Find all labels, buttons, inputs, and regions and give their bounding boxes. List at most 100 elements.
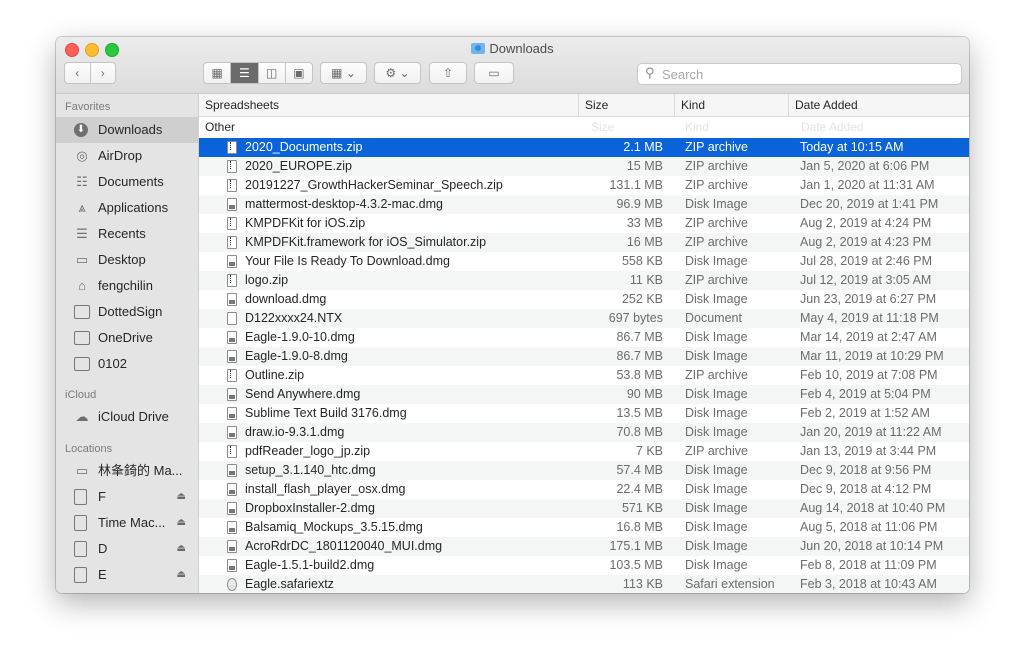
back-icon[interactable]: ‹ <box>65 63 91 83</box>
sidebar-item-applications[interactable]: ⩓ Applications <box>56 195 198 221</box>
table-row[interactable]: download.dmg 252 KB Disk Image Jun 23, 2019… <box>199 290 969 309</box>
file-name: logo.zip <box>245 273 289 287</box>
table-row[interactable]: Sublime Text Build 3176.dmg 13.5 MB Disk I… <box>199 404 969 423</box>
sidebar-item-0102[interactable]: 0102 <box>56 351 198 377</box>
file-name: Send Anywhere.dmg <box>245 387 361 401</box>
table-row[interactable]: Eagle.safariextz 113 KB Safari extension Fe… <box>199 575 969 593</box>
column-size-header[interactable]: Size <box>579 94 675 116</box>
table-row[interactable]: logo.zip 11 KB ZIP archive Jul 12, 2019 at … <box>199 271 969 290</box>
search-field[interactable]: ⚲ Search <box>637 63 962 85</box>
disk-image-icon <box>227 464 237 477</box>
column-date-header[interactable]: Date Added <box>789 94 969 116</box>
share-button[interactable]: ⇧ <box>429 62 467 84</box>
sidebar-item-ma[interactable]: ▭ 林夆錡的 Ma... <box>56 458 198 484</box>
file-kind: Disk Image <box>685 463 748 477</box>
disk-icon <box>74 541 87 557</box>
eject-icon[interactable]: ⏏ <box>177 536 186 562</box>
table-row[interactable]: 2020_Documents.zip 2.1 MB ZIP archive Today… <box>199 138 969 157</box>
column-kind-header[interactable]: Kind <box>675 94 789 116</box>
list-view-icon[interactable]: ☰ <box>231 63 259 83</box>
file-size: 252 KB <box>621 292 663 306</box>
table-row[interactable]: 20191227_GrowthHackerSeminar_Speech.zip 1… <box>199 176 969 195</box>
table-row[interactable]: Send Anywhere.dmg 90 MB Disk Image Feb 4, 2… <box>199 385 969 404</box>
gallery-view-icon[interactable]: ▣ <box>286 63 312 83</box>
eject-icon[interactable]: ⏏ <box>177 510 186 536</box>
file-size: 7 KB <box>635 444 663 458</box>
table-row[interactable]: Your File Is Ready To Download.dmg 558 KB… <box>199 252 969 271</box>
table-row[interactable]: KMPDFKit for iOS.zip 33 MB ZIP archive Aug … <box>199 214 969 233</box>
sidebar-item-airdrop[interactable]: ◎ AirDrop <box>56 143 198 169</box>
eject-icon[interactable]: ⏏ <box>177 484 186 510</box>
table-row[interactable]: setup_3.1.140_htc.dmg 57.4 MB Disk Image De… <box>199 461 969 480</box>
sidebar-item-e[interactable]: E ⏏ <box>56 562 198 588</box>
file-date-added: Dec 9, 2018 at 4:12 PM <box>800 482 932 496</box>
file-date-added: Jun 23, 2019 at 6:27 PM <box>800 292 937 306</box>
group-button[interactable]: ▦ ⌄ <box>320 62 367 84</box>
disk-image-icon <box>227 426 237 439</box>
sidebar-item-downloads[interactable]: ⬇ Downloads <box>56 117 198 143</box>
icon-view-icon[interactable]: ▦ <box>204 63 232 83</box>
table-row[interactable]: KMPDFKit.framework for iOS_Simulator.zip… <box>199 233 969 252</box>
table-row[interactable]: Eagle-1.9.0-10.dmg 86.7 MB Disk Image Mar 1… <box>199 328 969 347</box>
disk-icon <box>74 567 87 583</box>
file-size: 53.8 MB <box>616 368 663 382</box>
sidebar-item-dottedsign[interactable]: DottedSign <box>56 299 198 325</box>
zip-file-icon <box>227 179 237 192</box>
table-row[interactable]: DropboxInstaller-2.dmg 571 KB Disk Image Au… <box>199 499 969 518</box>
table-row[interactable]: AcroRdrDC_1801120040_MUI.dmg 175.1 MB Disk… <box>199 537 969 556</box>
search-placeholder: Search <box>662 67 704 82</box>
table-row[interactable]: Balsamiq_Mockups_3.5.15.dmg 16.8 MB Disk I… <box>199 518 969 537</box>
sidebar-item-desktop[interactable]: ▭ Desktop <box>56 247 198 273</box>
file-name: DropboxInstaller-2.dmg <box>245 501 375 515</box>
file-date-added: Dec 9, 2018 at 9:56 PM <box>800 463 932 477</box>
sidebar-item-label: 林夆錡的 Ma... <box>98 463 183 478</box>
file-date-added: Aug 2, 2019 at 4:23 PM <box>800 235 932 249</box>
sidebar-item-fengchilin[interactable]: ⌂ fengchilin <box>56 273 198 299</box>
sidebar-item-label: Documents <box>98 174 164 189</box>
zip-file-icon <box>227 369 237 382</box>
sidebar-item-documents[interactable]: ☷ Documents <box>56 169 198 195</box>
file-kind: Disk Image <box>685 330 748 344</box>
zip-file-icon <box>227 445 237 458</box>
file-name: Eagle-1.9.0-8.dmg <box>245 349 348 363</box>
sidebar-item-onedrive[interactable]: OneDrive <box>56 325 198 351</box>
table-row[interactable]: D122xxxx24.NTX 697 bytes Document May 4, 20… <box>199 309 969 328</box>
tags-button[interactable]: ▭ <box>474 62 514 84</box>
sidebar-item-label: OneDrive <box>98 330 153 345</box>
file-kind: ZIP archive <box>685 444 748 458</box>
file-size: 571 KB <box>621 501 663 515</box>
file-date-added: Aug 2, 2019 at 4:24 PM <box>800 216 932 230</box>
file-rows: 2020_Documents.zip 2.1 MB ZIP archive Today… <box>199 138 969 593</box>
sidebar-item-f[interactable]: F ⏏ <box>56 484 198 510</box>
table-row[interactable]: Outline.zip 53.8 MB ZIP archive Feb 10, 201… <box>199 366 969 385</box>
file-name: setup_3.1.140_htc.dmg <box>245 463 376 477</box>
table-row[interactable]: draw.io-9.3.1.dmg 70.8 MB Disk Image Jan 20… <box>199 423 969 442</box>
sidebar-item-recents[interactable]: ☰ Recents <box>56 221 198 247</box>
folder-icon <box>74 305 90 319</box>
file-date-added: Today at 10:15 AM <box>800 140 904 154</box>
file-size: 11 KB <box>629 273 663 287</box>
table-row[interactable]: mattermost-desktop-4.3.2-mac.dmg 96.9 MB D… <box>199 195 969 214</box>
table-row[interactable]: install_flash_player_osx.dmg 22.4 MB Disk … <box>199 480 969 499</box>
applications-icon: ⩓ <box>78 200 86 215</box>
disk-image-icon <box>227 255 237 268</box>
file-name: AcroRdrDC_1801120040_MUI.dmg <box>245 539 443 553</box>
table-row[interactable]: Eagle-1.5.1-build2.dmg 103.5 MB Disk Image… <box>199 556 969 575</box>
sidebar-item-icloud-drive[interactable]: ☁ iCloud Drive <box>56 404 198 430</box>
file-size: 90 MB <box>626 387 663 401</box>
sidebar: Favorites ⬇ Downloads ◎ AirDrop ☷ Documents ⩓ Ap… <box>56 94 199 593</box>
table-row[interactable]: Eagle-1.9.0-8.dmg 86.7 MB Disk Image Mar 11… <box>199 347 969 366</box>
column-name-header[interactable]: Spreadsheets <box>199 94 579 116</box>
sidebar-item-d[interactable]: D ⏏ <box>56 536 198 562</box>
file-kind: ZIP archive <box>685 216 748 230</box>
file-size: 558 KB <box>621 254 663 268</box>
table-row[interactable]: 2020_EUROPE.zip 15 MB ZIP archive Jan 5, 20… <box>199 157 969 176</box>
forward-icon[interactable]: › <box>91 63 116 83</box>
file-list: Spreadsheets Size Kind Date Added Other … <box>199 94 969 593</box>
sidebar-item-time-mac[interactable]: Time Mac... ⏏ <box>56 510 198 536</box>
column-view-icon[interactable]: ◫ <box>259 63 286 83</box>
table-row[interactable]: pdfReader_logo_jp.zip 7 KB ZIP archive Jan … <box>199 442 969 461</box>
window-title: Downloads <box>56 41 969 56</box>
action-button[interactable]: ⚙ ⌄ <box>374 62 421 84</box>
eject-icon[interactable]: ⏏ <box>177 562 186 588</box>
